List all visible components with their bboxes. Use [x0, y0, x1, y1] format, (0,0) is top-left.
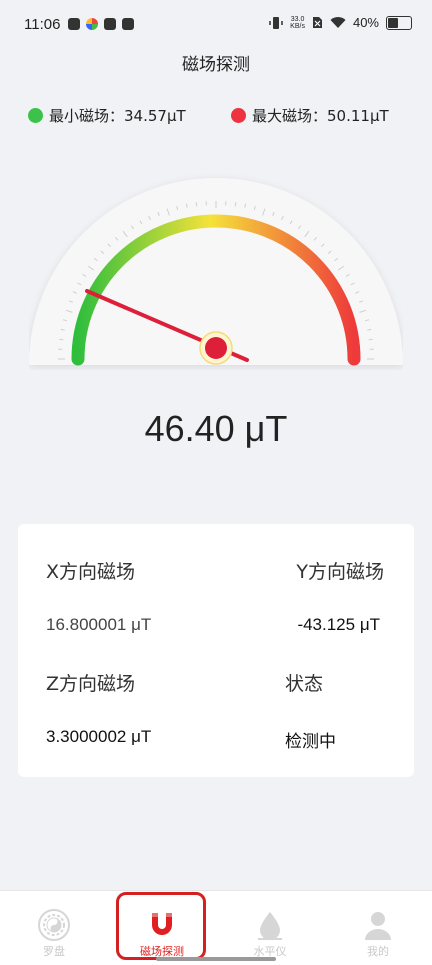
field-reading: 46.40 μT: [0, 408, 432, 450]
water-drop-icon: [254, 909, 286, 941]
notification-icons: [68, 18, 134, 30]
magnetic-gauge: [29, 164, 403, 370]
wifi-icon: [330, 16, 346, 29]
max-field-label: 最大磁场：50.11μT: [252, 105, 389, 126]
status-value: 检测中: [285, 727, 336, 752]
message-notification-icon: [122, 18, 134, 30]
battery-icon: [386, 16, 412, 30]
bottom-tab-bar: 罗盘 磁场探测 水平仪 我的: [0, 890, 432, 965]
tab-profile[interactable]: 我的: [324, 891, 432, 965]
no-sim-icon: [312, 16, 323, 29]
app-notification-icon: [68, 18, 80, 30]
tab-label-compass: 罗盘: [0, 943, 108, 959]
gauge-tick: [196, 202, 197, 206]
tab-compass[interactable]: 罗盘: [0, 891, 108, 965]
min-dot-icon: [28, 108, 43, 123]
z-field-label: Z方向磁场: [46, 669, 135, 696]
legend-min: 最小磁场：34.57μT: [28, 105, 186, 126]
compass-bagua-icon: [38, 909, 70, 941]
y-field-value: -43.125 μT: [297, 615, 380, 635]
gauge-tick: [235, 202, 236, 206]
tab-level[interactable]: 水平仪: [216, 891, 324, 965]
max-dot-icon: [231, 108, 246, 123]
vibrate-icon: [269, 16, 283, 30]
min-field-label: 最小磁场：34.57μT: [49, 105, 186, 126]
active-tab-highlight: [116, 892, 206, 960]
axis-card: X方向磁场 Y方向磁场 16.800001 μT -43.125 μT Z方向磁…: [18, 524, 414, 777]
status-label: 状态: [285, 669, 323, 696]
legend-max: 最大磁场：50.11μT: [231, 105, 389, 126]
pinwheel-notification-icon: [86, 18, 98, 30]
battery-percent: 40%: [353, 15, 379, 30]
tab-label-profile: 我的: [324, 943, 432, 959]
gauge-tick: [369, 339, 373, 340]
gauge-pivot: [205, 337, 227, 359]
x-field-label: X方向磁场: [46, 557, 135, 584]
home-indicator[interactable]: [156, 957, 276, 961]
page-title: 磁场探测: [0, 50, 432, 75]
gauge-tick: [59, 339, 63, 340]
x-field-value: 16.800001 μT: [46, 615, 151, 635]
status-right: 33.0 KB/s 40%: [269, 15, 412, 30]
user-icon: [362, 909, 394, 941]
y-field-label: Y方向磁场: [296, 557, 384, 584]
z-field-value: 3.3000002 μT: [46, 727, 151, 747]
network-speed: 33.0 KB/s: [290, 16, 305, 30]
status-time: 11:06: [24, 16, 60, 33]
link-notification-icon: [104, 18, 116, 30]
status-bar: 11:06 33.0 KB/s 40%: [0, 0, 432, 52]
